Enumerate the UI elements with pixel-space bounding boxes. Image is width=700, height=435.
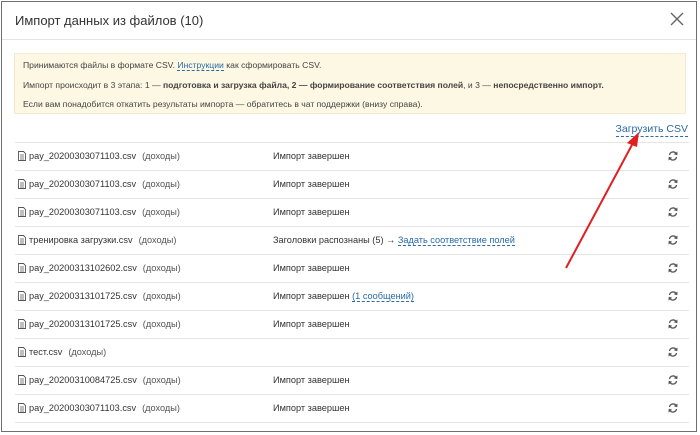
file-icon <box>18 291 26 301</box>
file-kind: (доходы) <box>142 291 181 301</box>
import-modal: Импорт данных из файлов (10) Принимаются… <box>1 1 697 432</box>
file-cell: тренировка загрузки.csv (доходы) <box>18 235 176 245</box>
file-name[interactable]: pay_20200303071103.csv <box>29 207 136 217</box>
status-link[interactable]: (1 сообщений) <box>352 291 414 302</box>
file-row: тест.csv (доходы) <box>15 339 689 367</box>
file-cell: pay_20200313101725.csv (доходы) <box>18 319 181 329</box>
status-text: Импорт завершен <box>273 319 350 329</box>
file-status: Импорт завершен <box>273 263 350 273</box>
file-name[interactable]: pay_20200313101725.csv <box>29 291 137 301</box>
file-kind: (доходы) <box>142 179 180 189</box>
info-line-3: Если вам понадобится откатить результаты… <box>23 99 423 109</box>
refresh-icon[interactable] <box>667 234 679 246</box>
refresh-icon[interactable] <box>667 290 679 302</box>
file-name[interactable]: pay_20200313102602.csv <box>29 263 137 273</box>
file-row: pay_20200303071103.csv (доходы) Импорт зав… <box>15 199 689 227</box>
file-kind: (доходы) <box>138 235 177 245</box>
file-name[interactable]: pay_20200310084725.csv <box>29 375 137 385</box>
file-cell: pay_20200313102602.csv (доходы) <box>18 263 181 273</box>
status-text: Импорт завершен <box>273 403 350 413</box>
file-kind: (доходы) <box>142 207 180 217</box>
file-cell: тест.csv (доходы) <box>18 347 106 357</box>
file-row: pay_20200303071103.csv (доходы) Импорт зав… <box>15 395 689 423</box>
file-status: Импорт завершен <box>273 319 350 329</box>
file-icon <box>18 207 26 217</box>
file-icon <box>18 403 26 413</box>
file-name[interactable]: pay_20200303071103.csv <box>29 151 136 161</box>
modal-header: Импорт данных из файлов (10) <box>2 2 696 40</box>
file-kind: (доходы) <box>142 263 181 273</box>
status-text: Импорт завершен <box>273 207 350 217</box>
file-row: pay_20200303071103.csv (доходы) Импорт зав… <box>15 143 689 171</box>
file-kind: (доходы) <box>142 375 181 385</box>
file-cell: pay_20200310084725.csv (доходы) <box>18 375 181 385</box>
file-status: Импорт завершен <box>273 207 350 217</box>
file-kind: (доходы) <box>142 319 181 329</box>
file-icon <box>18 347 26 357</box>
info-line-1: Принимаются файлы в формате CSV. Инструк… <box>23 60 322 71</box>
info-line-2: Импорт происходит в 3 этапа: 1 — подгото… <box>23 79 604 90</box>
file-row: pay_20200310084725.csv (доходы) Импорт зав… <box>15 367 689 395</box>
file-cell: pay_20200303071103.csv (доходы) <box>18 151 180 161</box>
file-kind: (доходы) <box>142 151 180 161</box>
refresh-icon[interactable] <box>667 150 679 162</box>
status-text: Импорт завершен <box>273 291 353 301</box>
file-status: Заголовки распознаны (5) → Задать соотве… <box>273 235 515 246</box>
status-text: Импорт завершен <box>273 151 350 161</box>
file-kind: (доходы) <box>142 403 180 413</box>
info-notice: Принимаются файлы в формате CSV. Инструк… <box>14 53 686 114</box>
file-cell: pay_20200303071103.csv (доходы) <box>18 207 180 217</box>
file-row: pay_20200303071103.csv (доходы) Импорт зав… <box>15 171 689 199</box>
file-status: Импорт завершен (1 сообщений) <box>273 291 414 302</box>
file-name[interactable]: pay_20200303071103.csv <box>29 179 136 189</box>
file-cell: pay_20200303071103.csv (доходы) <box>18 179 180 189</box>
file-row: pay_20200313102602.csv (доходы) Импорт зав… <box>15 255 689 283</box>
status-text: Импорт завершен <box>273 179 350 189</box>
file-icon <box>18 235 26 245</box>
file-cell: pay_20200313101725.csv (доходы) <box>18 291 181 301</box>
close-icon[interactable] <box>668 10 686 28</box>
refresh-icon[interactable] <box>667 402 679 414</box>
file-icon <box>18 151 26 161</box>
file-name[interactable]: pay_20200313101725.csv <box>29 319 137 329</box>
file-row: тренировка загрузки.csv (доходы) Заголовки… <box>15 227 689 255</box>
file-name[interactable]: тест.csv <box>29 347 62 357</box>
upload-csv-link[interactable]: Загрузить CSV <box>615 123 688 137</box>
refresh-icon[interactable] <box>667 318 679 330</box>
file-name[interactable]: тренировка загрузки.csv <box>29 235 133 245</box>
refresh-icon[interactable] <box>667 374 679 386</box>
file-icon <box>18 319 26 329</box>
refresh-icon[interactable] <box>667 206 679 218</box>
file-status: Импорт завершен <box>273 375 350 385</box>
file-list: pay_20200303071103.csv (доходы) Импорт зав… <box>15 142 689 423</box>
file-icon <box>18 179 26 189</box>
file-status: Импорт завершен <box>273 403 350 413</box>
file-row: pay_20200313101725.csv (доходы) Импорт зав… <box>15 311 689 339</box>
instructions-link[interactable]: Инструкции <box>177 60 224 71</box>
file-kind: (доходы) <box>68 347 107 357</box>
file-icon <box>18 263 26 273</box>
modal-title: Импорт данных из файлов (10) <box>15 13 204 28</box>
status-text: Импорт завершен <box>273 375 350 385</box>
refresh-icon[interactable] <box>667 178 679 190</box>
file-status: Импорт завершен <box>273 179 350 189</box>
status-text: Заголовки распознаны (5) → <box>273 235 398 245</box>
refresh-icon[interactable] <box>667 346 679 358</box>
status-text: Импорт завершен <box>273 263 350 273</box>
status-link[interactable]: Задать соответствие полей <box>397 235 515 246</box>
file-name[interactable]: pay_20200303071103.csv <box>29 403 136 413</box>
file-status: Импорт завершен <box>273 151 350 161</box>
file-icon <box>18 375 26 385</box>
file-row: pay_20200313101725.csv (доходы) Импорт зав… <box>15 283 689 311</box>
file-cell: pay_20200303071103.csv (доходы) <box>18 403 180 413</box>
refresh-icon[interactable] <box>667 262 679 274</box>
